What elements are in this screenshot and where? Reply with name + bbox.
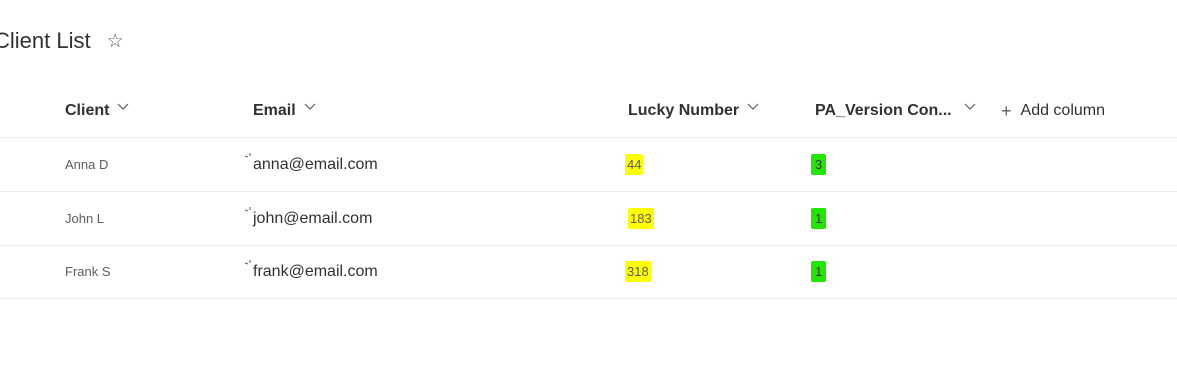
list-header: Client List ☆ bbox=[0, 26, 124, 56]
client-cell: Anna D bbox=[65, 157, 109, 172]
chevron-down-icon bbox=[747, 103, 759, 113]
loading-spinner-icon bbox=[244, 203, 253, 212]
lucky-number-value: 183 bbox=[628, 208, 654, 229]
loading-spinner-icon bbox=[244, 149, 253, 158]
pa-version-value: 1 bbox=[811, 261, 827, 282]
lucky-number-value: 318 bbox=[625, 261, 651, 282]
pa-version-value: 1 bbox=[811, 208, 827, 229]
email-cell[interactable]: john@email.com bbox=[244, 192, 372, 245]
plus-icon: + bbox=[1001, 100, 1012, 121]
column-header-label: Email bbox=[253, 102, 296, 119]
loading-spinner-icon bbox=[244, 256, 253, 265]
email-cell[interactable]: frank@email.com bbox=[244, 245, 378, 298]
lucky-number-cell: 183 bbox=[628, 192, 654, 245]
column-header-lucky-number[interactable]: Lucky Number bbox=[628, 92, 759, 130]
column-header-label: Client bbox=[65, 102, 110, 119]
lucky-number-value: 44 bbox=[625, 154, 644, 175]
table-row[interactable]: John L john@email.com 183 1 bbox=[0, 192, 1177, 246]
chevron-down-icon bbox=[117, 103, 129, 113]
table-row[interactable]: Anna D anna@email.com 44 3 bbox=[0, 138, 1177, 192]
star-outline-icon[interactable]: ☆ bbox=[107, 32, 124, 51]
add-column-label: Add column bbox=[1020, 102, 1106, 119]
pa-version-cell: 3 bbox=[811, 138, 827, 191]
lucky-number-cell: 318 bbox=[625, 245, 651, 298]
table-row[interactable]: Frank S frank@email.com 318 1 bbox=[0, 245, 1177, 299]
column-header-label: PA_Version Con... bbox=[815, 102, 952, 119]
pa-version-value: 3 bbox=[811, 154, 827, 175]
page: Client List ☆ Client Email Lucky Number … bbox=[0, 0, 1177, 382]
add-column-button[interactable]: + Add column bbox=[1001, 92, 1105, 130]
column-header-row: Client Email Lucky Number PA_Version Con… bbox=[0, 92, 1177, 138]
column-header-client[interactable]: Client bbox=[65, 92, 129, 130]
email-link[interactable]: frank@email.com bbox=[253, 263, 378, 281]
chevron-down-icon bbox=[304, 103, 316, 113]
client-cell: John L bbox=[65, 211, 105, 226]
column-header-pa-version[interactable]: PA_Version Con... bbox=[815, 92, 976, 130]
column-header-label: Lucky Number bbox=[628, 102, 740, 119]
client-cell: Frank S bbox=[65, 264, 111, 279]
column-header-email[interactable]: Email bbox=[253, 92, 316, 130]
pa-version-cell: 1 bbox=[811, 245, 827, 298]
email-link[interactable]: john@email.com bbox=[253, 210, 372, 228]
pa-version-cell: 1 bbox=[811, 192, 827, 245]
email-link[interactable]: anna@email.com bbox=[253, 156, 378, 174]
email-cell[interactable]: anna@email.com bbox=[244, 138, 378, 191]
chevron-down-icon bbox=[964, 103, 976, 113]
lucky-number-cell: 44 bbox=[625, 138, 644, 191]
page-title: Client List bbox=[0, 28, 91, 53]
